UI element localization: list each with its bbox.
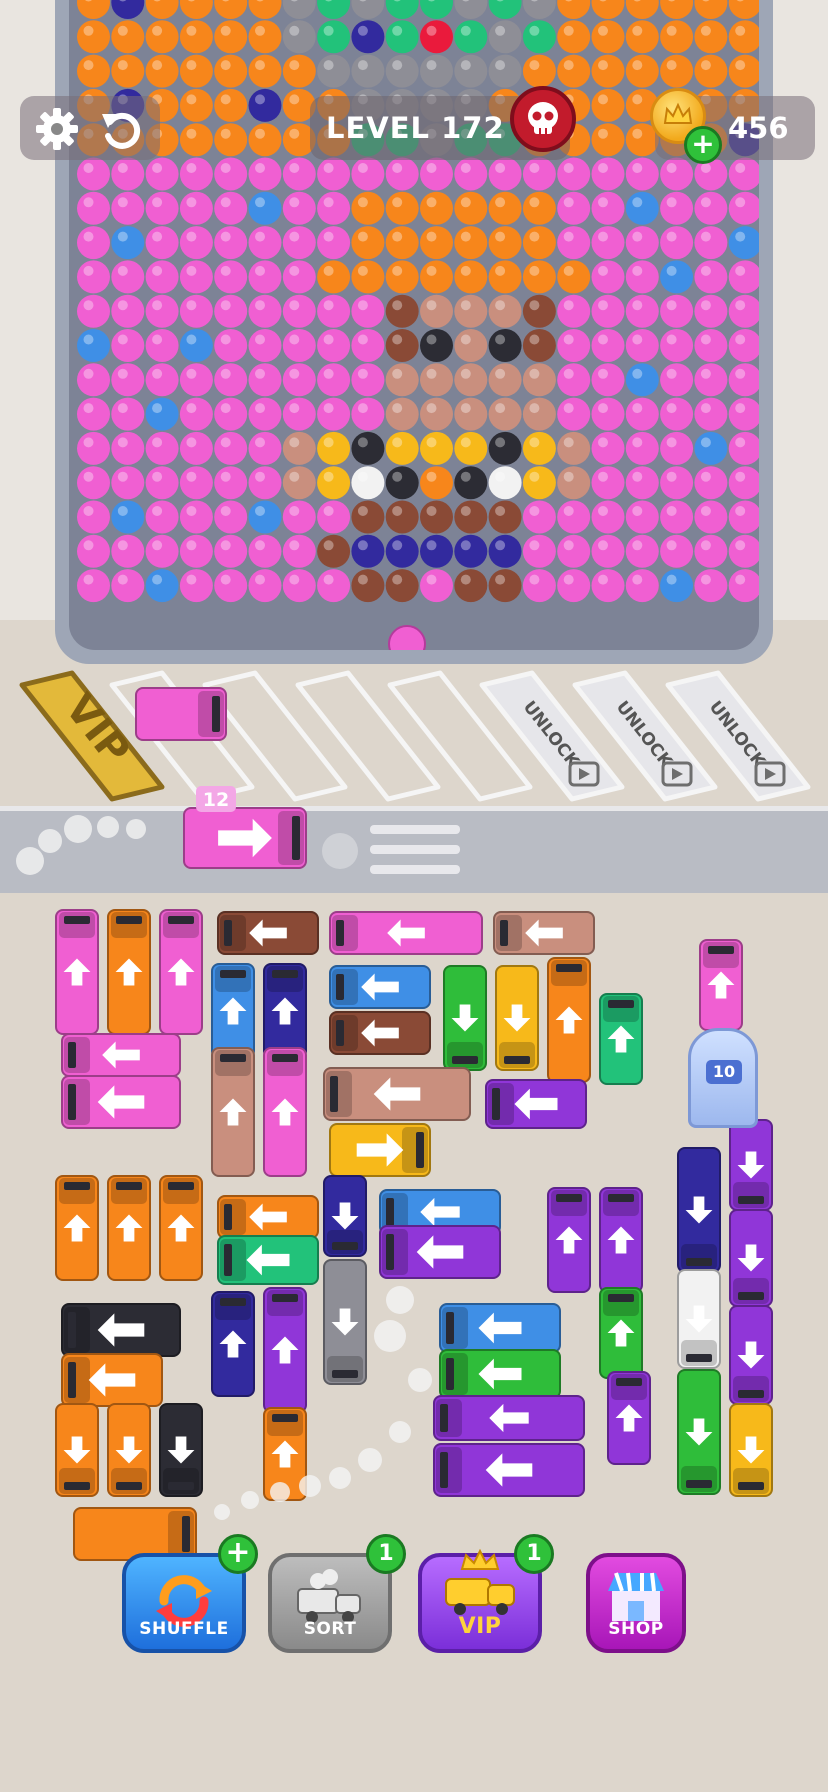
smoke-puff (270, 1482, 290, 1502)
smoke-puff (374, 1320, 406, 1352)
truck-vehicle[interactable] (329, 1011, 431, 1055)
shuffle-plus-icon: + (218, 1534, 258, 1574)
truck-vehicle[interactable] (263, 963, 307, 1059)
truck-vehicle[interactable] (217, 1195, 319, 1239)
vip-count-badge: 1 (514, 1534, 554, 1574)
truck-vehicle[interactable] (677, 1369, 721, 1495)
truck-vehicle[interactable] (211, 1047, 255, 1177)
truck-vehicle[interactable] (677, 1269, 721, 1369)
sort-label: SORT (303, 1619, 357, 1639)
truck-vehicle[interactable] (61, 1303, 181, 1357)
truck-vehicle[interactable] (547, 1187, 591, 1293)
truck-vehicle[interactable] (329, 911, 483, 955)
truck-vehicle[interactable] (211, 1291, 255, 1397)
truck-vehicle[interactable] (263, 1047, 307, 1177)
truck-vehicle[interactable] (107, 1175, 151, 1281)
truck-vehicle[interactable] (729, 1119, 773, 1211)
truck-vehicle[interactable] (599, 1187, 643, 1293)
truck-vehicle[interactable] (107, 1403, 151, 1497)
truck-vehicle[interactable] (107, 909, 151, 1035)
smoke-puff (358, 1448, 382, 1472)
sort-count-badge: 1 (366, 1534, 406, 1574)
shop-label: SHOP (608, 1619, 664, 1639)
truck-vehicle[interactable] (323, 1259, 367, 1385)
smoke-puff (299, 1475, 321, 1497)
truck-vehicle[interactable] (55, 1175, 99, 1281)
truck-vehicle[interactable] (55, 1403, 99, 1497)
truck-vehicle[interactable] (323, 1175, 367, 1257)
truck-vehicle[interactable] (217, 1235, 319, 1285)
vehicles-layer: 12 (55, 687, 773, 1561)
smoke-puff (241, 1491, 259, 1509)
truck-capacity-label: 12 (203, 789, 229, 811)
truck-vehicle[interactable] (217, 911, 319, 955)
truck-vehicle[interactable] (599, 1287, 643, 1379)
truck-vehicle[interactable] (607, 1371, 651, 1465)
truck-vehicle[interactable] (329, 1123, 431, 1177)
shuffle-label: SHUFFLE (139, 1619, 229, 1639)
truck-vehicle[interactable] (159, 1403, 203, 1497)
truck-vehicle[interactable] (323, 1067, 471, 1121)
car-wash-count: 10 (706, 1060, 742, 1084)
smoke-puff (214, 1504, 230, 1520)
truck-vehicle[interactable] (61, 1075, 181, 1129)
truck-vehicle[interactable] (547, 957, 591, 1083)
smoke-puff (329, 1467, 351, 1489)
truck-vehicle[interactable] (159, 1175, 203, 1281)
truck-vehicle[interactable] (439, 1303, 561, 1353)
truck-vehicle[interactable] (55, 909, 99, 1035)
truck-vehicle[interactable] (493, 911, 595, 955)
shop-button[interactable]: SHOP (586, 1553, 686, 1653)
parked-vehicle[interactable] (135, 687, 227, 741)
truck-vehicle[interactable] (159, 909, 203, 1035)
truck-vehicle[interactable] (379, 1225, 501, 1279)
truck-vehicle[interactable] (729, 1305, 773, 1405)
truck-vehicle[interactable] (61, 1353, 163, 1407)
truck-vehicle[interactable] (439, 1349, 561, 1399)
truck-vehicle[interactable] (699, 939, 743, 1031)
truck-vehicle[interactable] (729, 1209, 773, 1307)
truck-vehicle[interactable] (329, 965, 431, 1009)
smoke-puff (386, 1286, 414, 1314)
truck-vehicle[interactable] (433, 1443, 585, 1497)
smoke-puff (389, 1421, 411, 1443)
truck-vehicle[interactable] (677, 1147, 721, 1273)
truck-vehicle[interactable] (443, 965, 487, 1071)
truck-vehicle[interactable] (599, 993, 643, 1085)
game-screen: LEVEL 172 + 456 VIPUNLOCKUNLOCKUNLOCK (0, 0, 828, 1792)
truck-vehicle[interactable] (211, 963, 255, 1059)
moving-vehicle[interactable] (183, 807, 307, 869)
truck-vehicle[interactable] (485, 1079, 587, 1129)
smoke-puff (408, 1368, 432, 1392)
truck-vehicle[interactable] (433, 1395, 585, 1441)
truck-vehicle[interactable] (263, 1287, 307, 1413)
truck-vehicle[interactable] (495, 965, 539, 1071)
truck-vehicle[interactable] (729, 1403, 773, 1497)
truck-vehicle[interactable] (61, 1033, 181, 1077)
vip-label: VIP (458, 1614, 502, 1639)
